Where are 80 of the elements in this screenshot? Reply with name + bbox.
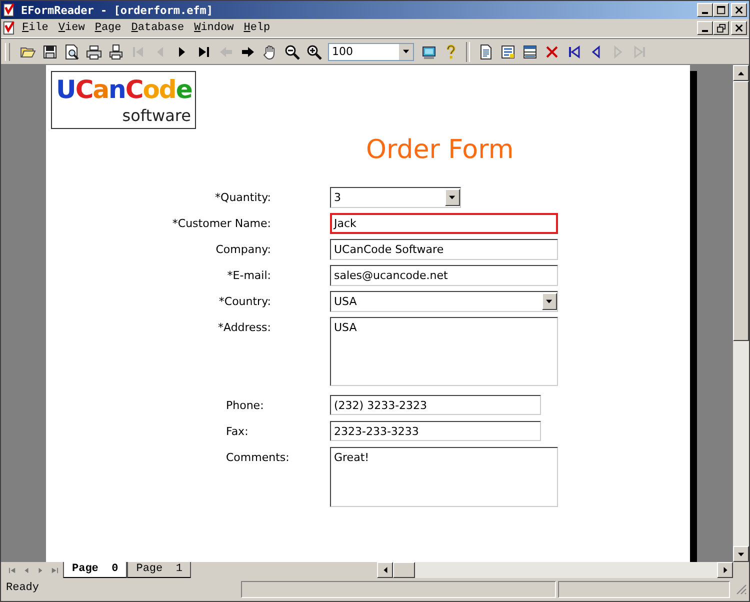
input-field[interactable]: (232) 3233-2323 — [330, 395, 541, 415]
dropdown-button[interactable] — [542, 293, 557, 310]
input-field[interactable]: sales@ucancode.net — [330, 265, 558, 286]
minimize-button[interactable] — [697, 21, 713, 35]
field-label: Comments: — [225, 450, 290, 464]
logo: UCanCode software — [51, 71, 196, 129]
scroll-down-button[interactable] — [733, 546, 749, 562]
field-label: Phone: — [225, 398, 265, 412]
restore-button[interactable] — [713, 21, 729, 35]
left-arrow-icon — [382, 566, 388, 574]
minimize-icon — [702, 12, 708, 14]
table-icon — [522, 44, 538, 60]
form-icon — [500, 44, 516, 60]
dropdown-field[interactable]: 3 — [330, 187, 461, 208]
page-tab[interactable]: Page 1 — [127, 562, 192, 578]
field-label: *E-mail: — [226, 268, 271, 282]
right-arrow-icon — [722, 566, 728, 574]
scroll-left-button[interactable] — [377, 562, 393, 578]
menu-item[interactable]: Database — [126, 22, 190, 34]
maximize-button[interactable] — [713, 3, 729, 17]
print-preview-icon — [64, 44, 80, 60]
close-button[interactable] — [731, 3, 747, 17]
printer-page-icon — [108, 44, 124, 60]
zoom-out-icon — [284, 44, 300, 60]
vertical-scrollbar[interactable] — [733, 65, 749, 562]
menu-item[interactable]: File — [17, 22, 54, 34]
restore-icon — [716, 24, 726, 32]
close-button[interactable] — [731, 21, 747, 35]
next-tab-icon[interactable] — [36, 566, 44, 574]
minimize-button[interactable] — [697, 3, 713, 17]
form-title: Order Form — [366, 135, 515, 167]
last-record-icon — [632, 44, 648, 60]
field-label: *Address: — [216, 320, 271, 334]
dropdown-arrow-icon — [546, 298, 553, 305]
text-area[interactable]: USA — [330, 317, 558, 386]
dropdown-button[interactable] — [445, 189, 460, 206]
resize-grip-icon[interactable] — [735, 583, 747, 595]
menu-item[interactable]: Help — [238, 22, 276, 34]
page-icon — [478, 44, 494, 60]
minimize-icon — [702, 30, 708, 32]
menu-item[interactable]: Page — [90, 22, 126, 34]
scroll-up-button[interactable] — [733, 65, 749, 81]
menu-item[interactable]: View — [53, 22, 90, 34]
document-icon — [3, 21, 17, 35]
field-label: Company: — [214, 242, 271, 256]
up-arrow-icon — [738, 70, 744, 76]
text-area[interactable]: Great! — [330, 447, 558, 507]
last-tab-icon[interactable] — [50, 566, 58, 574]
close-icon — [734, 24, 744, 32]
field-label: *Quantity: — [214, 190, 271, 204]
field-label: *Customer Name: — [171, 216, 271, 230]
hand-icon — [262, 44, 278, 60]
app-icon — [3, 3, 17, 17]
scroll-right-button[interactable] — [717, 562, 733, 578]
monitor-icon — [420, 44, 436, 60]
printer-icon — [86, 44, 102, 60]
dropdown-arrow-icon — [449, 194, 456, 201]
input-field[interactable]: UCanCode Software — [330, 239, 558, 260]
horizontal-scrollbar[interactable] — [377, 562, 733, 578]
dropdown-arrow-icon — [402, 48, 410, 55]
zoom-combo[interactable]: 100 — [328, 42, 414, 60]
first-tab-icon[interactable] — [8, 566, 16, 574]
maximize-icon — [716, 6, 726, 14]
menu-item[interactable]: Window — [189, 22, 239, 34]
zoom-in-icon — [306, 44, 322, 60]
delete-icon — [544, 44, 560, 60]
close-icon — [734, 6, 744, 14]
previous-tab-icon[interactable] — [22, 566, 30, 574]
down-arrow-icon — [738, 550, 744, 558]
window-title: EFormReader - [orderform.efm] — [21, 4, 214, 16]
scroll-thumb[interactable] — [733, 81, 749, 341]
input-field[interactable]: Jack — [330, 213, 558, 234]
dropdown-field[interactable]: USA — [330, 291, 558, 312]
page-tab[interactable]: Page 0 — [63, 562, 128, 578]
status-text: Ready — [5, 580, 40, 596]
save-icon — [42, 44, 58, 60]
scroll-thumb[interactable] — [393, 562, 415, 578]
field-label: *Country: — [218, 294, 271, 308]
field-label: Fax: — [225, 424, 250, 438]
input-field[interactable]: 2323-233-3233 — [330, 421, 541, 441]
